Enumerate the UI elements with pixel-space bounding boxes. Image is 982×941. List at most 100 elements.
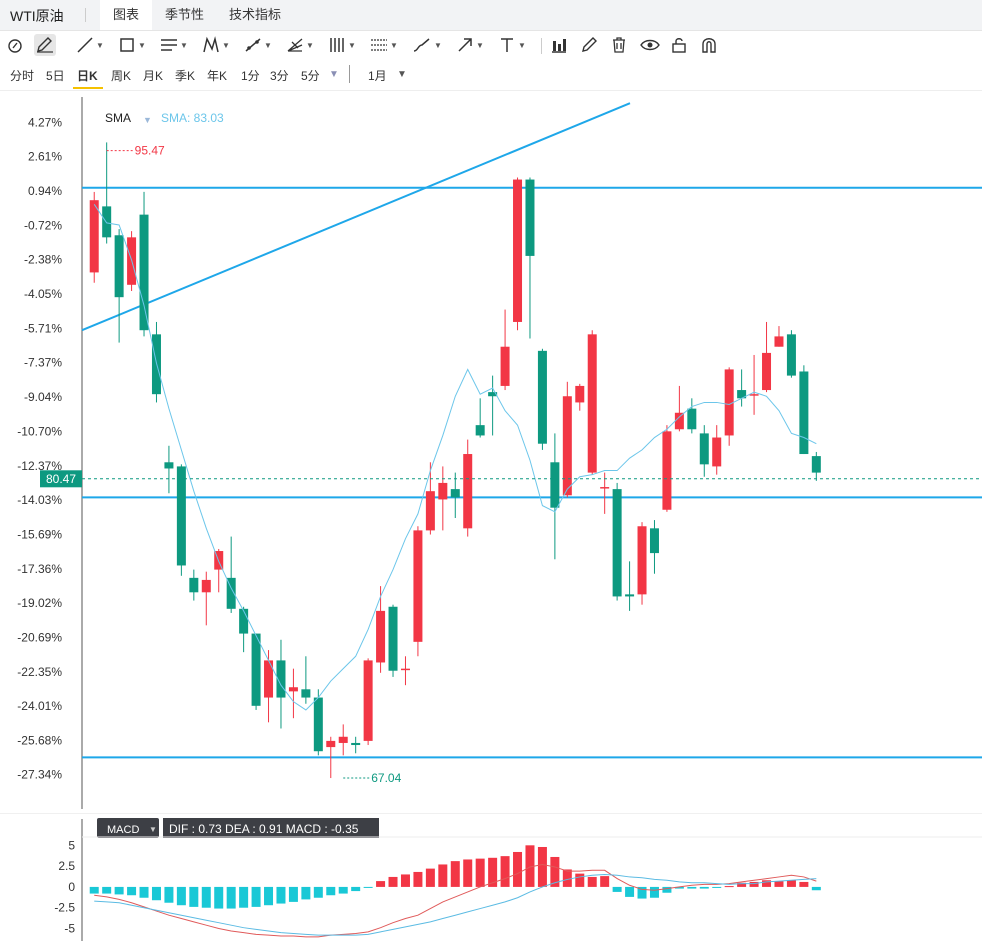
candle-body [649, 528, 659, 554]
macd-bar [214, 886, 224, 909]
macd-y-tick-label: 0 [68, 880, 75, 894]
candle-body [600, 487, 610, 489]
toolbar-divider [541, 38, 542, 54]
more-periods-chevron-down-icon[interactable]: ▼ [329, 69, 339, 80]
hlines-icon[interactable]: ▼ [328, 34, 356, 56]
magnet-icon[interactable] [700, 34, 718, 56]
period-monthly[interactable]: 月K [143, 67, 163, 84]
candles [89, 142, 821, 779]
macd-bar [201, 886, 211, 908]
candle-body [612, 489, 622, 597]
indicator-chevron-down-icon[interactable]: ▼ [143, 115, 152, 125]
grid-lines-icon[interactable]: ▼ [370, 34, 398, 56]
y-tick-label: 2.61% [28, 150, 62, 164]
macd-bar [786, 880, 796, 887]
candle-body [114, 235, 124, 298]
macd-bar [587, 876, 597, 887]
cursor-icon[interactable] [6, 34, 24, 56]
candle-body [811, 456, 821, 473]
fib-icon[interactable]: ▼ [244, 34, 272, 56]
period-1min[interactable]: 1分 [241, 67, 260, 84]
line-icon[interactable]: ▼ [76, 34, 104, 56]
tab-indicators[interactable]: 技术指标 [216, 0, 294, 30]
tab-chart[interactable]: 图表 [100, 0, 153, 30]
macd-bar [376, 881, 386, 887]
period-5day[interactable]: 5日 [46, 67, 65, 84]
candle-body [662, 431, 672, 510]
arrow-icon[interactable]: ▼ [456, 34, 484, 56]
candle-body [164, 462, 174, 469]
y-tick-label: -22.35% [17, 665, 62, 679]
y-tick-label: -7.37% [24, 356, 62, 370]
range-select[interactable]: 1月 [368, 67, 387, 84]
macd-bar [575, 873, 585, 887]
y-tick-label: -2.38% [24, 253, 62, 267]
period-weekly[interactable]: 周K [111, 67, 131, 84]
macd-histogram [89, 845, 821, 909]
macd-bar [264, 886, 274, 906]
tab-seasonality[interactable]: 季节性 [152, 0, 217, 30]
y-tick-label: -5.71% [24, 321, 62, 335]
trend-line[interactable] [81, 102, 631, 332]
pattern-icon[interactable]: ▼ [202, 34, 230, 56]
macd-bar [425, 868, 435, 887]
candle-body [525, 179, 535, 256]
macd-bar [89, 886, 99, 894]
macd-bar [612, 886, 622, 892]
macd-bar [799, 881, 809, 887]
macd-bar [413, 871, 423, 887]
period-intraday[interactable]: 分时 [10, 67, 34, 84]
candle-body [288, 687, 298, 692]
candle-body [687, 408, 697, 430]
rectangle-icon[interactable]: ▼ [118, 34, 146, 56]
candle-body [537, 350, 547, 444]
candle-body [201, 579, 211, 593]
candle-body [425, 491, 435, 531]
macd-bar [649, 886, 659, 898]
candle-body [438, 482, 448, 500]
candle-body [450, 489, 460, 498]
candle-body [625, 594, 635, 597]
period-5min[interactable]: 5分 [301, 67, 320, 84]
indicator-label[interactable]: SMA [105, 111, 131, 125]
period-yearly[interactable]: 年K [207, 67, 227, 84]
period-daily[interactable]: 日K [77, 67, 98, 84]
text-icon[interactable]: ▼ [498, 34, 526, 56]
y-tick-label: -19.02% [17, 596, 62, 610]
candle-body [712, 437, 722, 467]
macd-bar [811, 886, 821, 891]
period-3min[interactable]: 3分 [270, 67, 289, 84]
macd-label: MACD [107, 824, 139, 836]
macd-bar [151, 886, 161, 901]
macd-bar [687, 886, 697, 889]
y-axis-ticks: 4.27% 2.61% 0.94% -0.72% -2.38% -4.05% -5.71% -… [17, 115, 62, 781]
lock-icon[interactable] [670, 34, 688, 56]
trash-icon[interactable] [610, 34, 628, 56]
y-tick-label: -14.03% [17, 493, 62, 507]
eye-icon[interactable] [640, 34, 660, 56]
macd-readout: DIF : 0.73 DEA : 0.91 MACD : -0.35 [169, 822, 359, 836]
bar-chart-icon[interactable] [550, 34, 568, 56]
period-quarterly[interactable]: 季K [175, 67, 195, 84]
macd-bar [724, 886, 734, 888]
macd-panel[interactable]: MACD ▼ DIF : 0.73 DEA : 0.91 MACD : -0.3… [0, 813, 982, 941]
candlestick-chart[interactable]: 4.27% 2.61% 0.94% -0.72% -2.38% -4.05% -5.71% -… [0, 97, 982, 809]
brush-icon[interactable]: ▼ [412, 34, 442, 56]
y-tick-label: -27.34% [17, 768, 62, 782]
channel-icon[interactable]: ▼ [160, 34, 188, 56]
gann-icon[interactable]: ▼ [286, 34, 314, 56]
macd-bar [239, 886, 249, 908]
macd-bar [600, 876, 610, 887]
macd-y-tick-label: -2.5 [54, 901, 75, 915]
candle-body [749, 394, 759, 396]
range-chevron-down-icon[interactable]: ▼ [397, 69, 407, 80]
candle-body [587, 334, 597, 473]
macd-bar [625, 886, 635, 897]
pen-icon[interactable] [34, 34, 56, 56]
macd-bar [139, 886, 149, 898]
y-tick-label: -15.69% [17, 527, 62, 541]
macd-bar [400, 874, 410, 887]
edit-icon[interactable] [580, 34, 598, 56]
candle-body [762, 352, 772, 391]
y-tick-label: -10.70% [17, 424, 62, 438]
